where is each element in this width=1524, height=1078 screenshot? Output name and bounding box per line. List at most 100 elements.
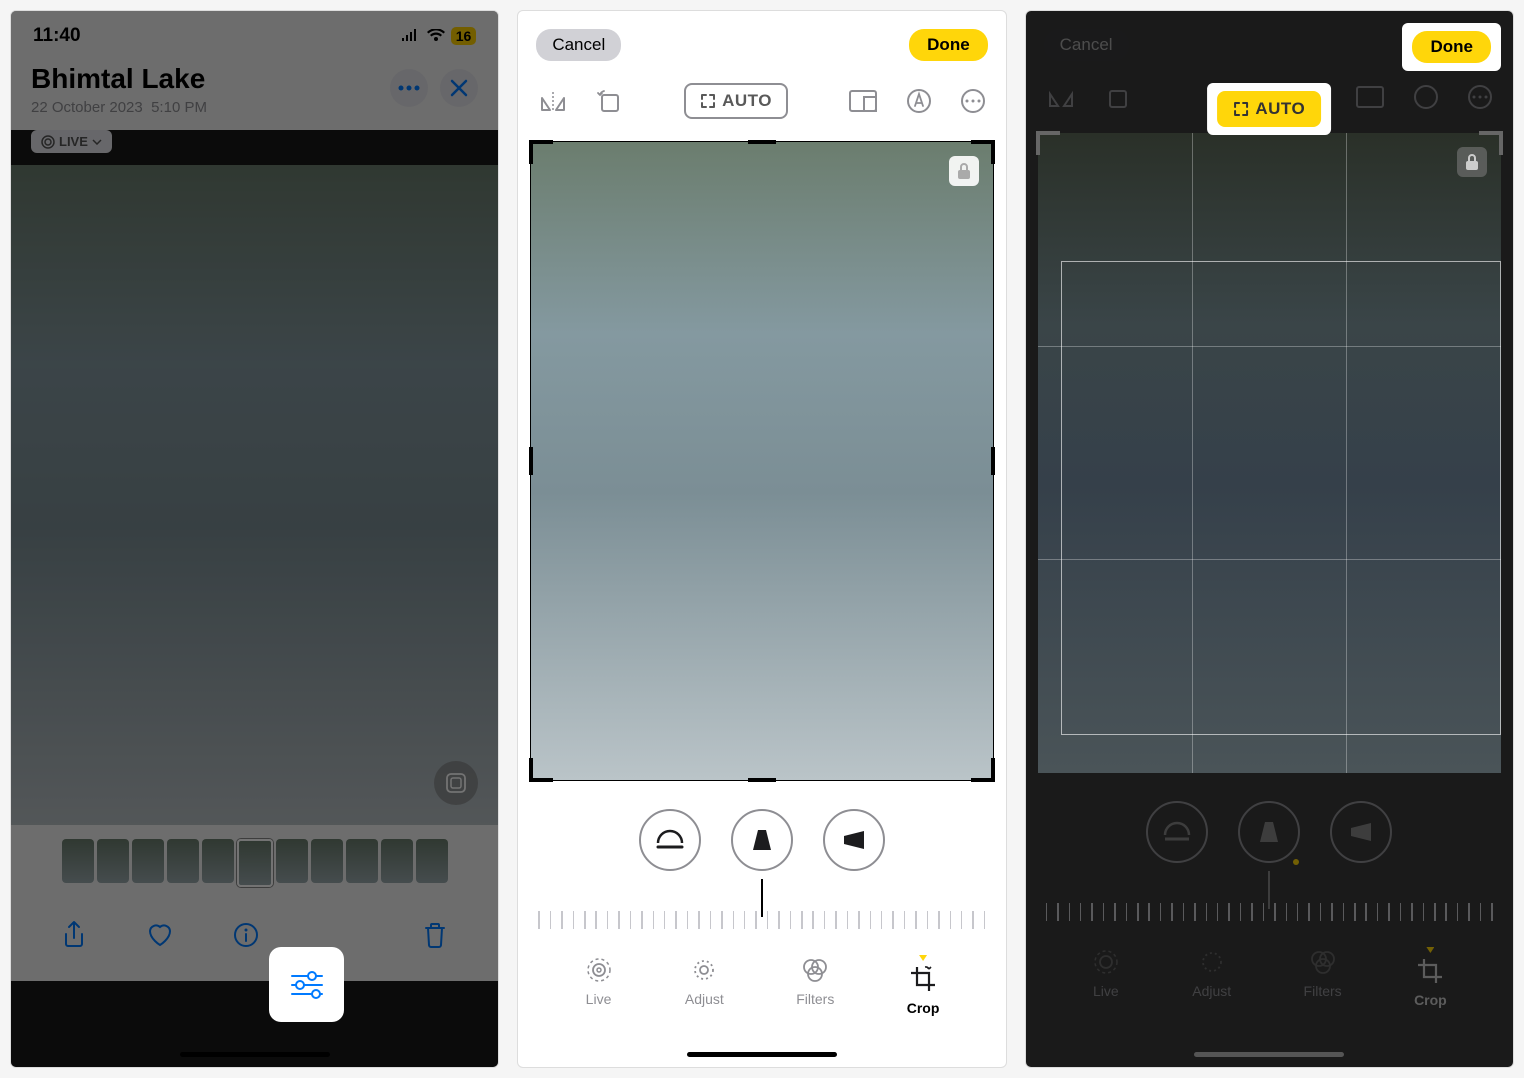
- thumbnail[interactable]: [132, 839, 164, 883]
- home-indicator[interactable]: [687, 1052, 837, 1057]
- photo-subtitle: 22 October 2023 5:10 PM: [31, 99, 207, 116]
- lock-aspect-icon[interactable]: [1457, 147, 1487, 177]
- crop-icon: [909, 964, 937, 994]
- rotation-slider[interactable]: [538, 889, 985, 929]
- signal-icon: [401, 29, 421, 43]
- tab-filters[interactable]: Filters: [1304, 947, 1342, 1008]
- photo-detail-screen: 11:40 16 Bhimtal Lake 22 October 2023 5:…: [10, 10, 499, 1068]
- aspect-ratio-icon[interactable]: [848, 89, 878, 113]
- edit-crop-auto-screen: Cancel: [1025, 10, 1514, 1068]
- home-indicator[interactable]: [1194, 1052, 1344, 1057]
- straighten-button[interactable]: [1146, 801, 1208, 863]
- photo-header: Bhimtal Lake 22 October 2023 5:10 PM: [11, 55, 498, 130]
- battery-badge: 16: [451, 27, 477, 45]
- live-badge[interactable]: LIVE: [31, 130, 112, 153]
- more-options-icon[interactable]: [960, 88, 986, 114]
- crop-toolbar: AUTO: [518, 71, 1005, 135]
- slider-center-marker: [1268, 871, 1270, 909]
- thumbnail[interactable]: [416, 839, 448, 883]
- thumbnail[interactable]: [202, 839, 234, 883]
- auto-button-highlight: AUTO: [1207, 83, 1331, 135]
- tab-adjust[interactable]: Adjust: [685, 955, 724, 1016]
- done-button[interactable]: Done: [1412, 31, 1491, 63]
- tab-live[interactable]: Live: [585, 955, 613, 1016]
- thumbnail[interactable]: [346, 839, 378, 883]
- vertical-perspective-button[interactable]: [1238, 801, 1300, 863]
- thumbnail[interactable]: [276, 839, 308, 883]
- wifi-icon: [427, 29, 445, 43]
- crop-handle-top-left[interactable]: [529, 140, 553, 164]
- crop-handle-bottom-right[interactable]: [971, 758, 995, 782]
- thumbnail[interactable]: [381, 839, 413, 883]
- auto-crop-button[interactable]: AUTO: [684, 83, 788, 119]
- photo-preview[interactable]: [11, 165, 498, 825]
- edit-crop-screen: Cancel Done AUTO: [517, 10, 1006, 1068]
- active-tab-indicator: [919, 955, 927, 961]
- flip-horizontal-icon[interactable]: [1046, 84, 1076, 110]
- crop-handle-left[interactable]: [529, 447, 533, 475]
- photo-title: Bhimtal Lake: [31, 63, 207, 95]
- crop-handle-bottom[interactable]: [748, 778, 776, 782]
- markup-icon[interactable]: [906, 88, 932, 114]
- bottom-toolbar: [11, 901, 498, 981]
- tab-filters[interactable]: Filters: [796, 955, 834, 1016]
- crop-canvas[interactable]: [530, 141, 993, 781]
- crop-handle-right[interactable]: [991, 447, 995, 475]
- status-bar: 11:40 16: [11, 11, 498, 55]
- more-button[interactable]: [390, 69, 428, 107]
- crop-handle-top[interactable]: [748, 140, 776, 144]
- slider-value-dot: [1293, 859, 1299, 865]
- info-button[interactable]: [230, 919, 262, 951]
- thumbnail[interactable]: [311, 839, 343, 883]
- thumbnail-scrubber[interactable]: [11, 825, 498, 901]
- share-button[interactable]: [58, 919, 90, 951]
- cancel-button[interactable]: Cancel: [536, 29, 621, 61]
- horizontal-perspective-button[interactable]: [1330, 801, 1392, 863]
- cancel-button[interactable]: Cancel: [1044, 29, 1129, 61]
- tab-live[interactable]: Live: [1092, 947, 1120, 1008]
- rotation-slider[interactable]: [1046, 881, 1493, 921]
- rotate-icon[interactable]: [596, 87, 624, 115]
- more-options-icon[interactable]: [1467, 84, 1493, 110]
- tab-adjust[interactable]: Adjust: [1192, 947, 1231, 1008]
- aspect-ratio-icon[interactable]: [1355, 85, 1385, 109]
- filters-icon: [800, 955, 830, 985]
- markup-icon[interactable]: [1413, 84, 1439, 110]
- thumbnail[interactable]: [167, 839, 199, 883]
- thumbnail[interactable]: [97, 839, 129, 883]
- vertical-perspective-button[interactable]: [731, 809, 793, 871]
- horizontal-perspective-button[interactable]: [823, 809, 885, 871]
- tab-crop[interactable]: Crop: [907, 955, 940, 1016]
- perspective-controls: [1026, 801, 1513, 863]
- favorite-button[interactable]: [144, 919, 176, 951]
- rotate-icon[interactable]: [1104, 83, 1132, 111]
- live-icon: [585, 955, 613, 985]
- visual-lookup-button[interactable]: [434, 761, 478, 805]
- edit-mode-tabs: Live Adjust Filters Crop: [1026, 947, 1513, 1008]
- sliders-icon: [290, 970, 324, 1000]
- close-button[interactable]: [440, 69, 478, 107]
- tab-crop[interactable]: Crop: [1414, 947, 1447, 1008]
- crop-handle-bottom-left[interactable]: [529, 758, 553, 782]
- edit-header: Cancel Done: [518, 11, 1005, 71]
- status-right: 16: [401, 25, 477, 47]
- adjust-icon: [690, 955, 718, 985]
- lock-aspect-icon[interactable]: [949, 156, 979, 186]
- delete-button[interactable]: [419, 919, 451, 951]
- status-time: 11:40: [33, 25, 81, 47]
- header-actions: [390, 69, 478, 107]
- crop-canvas[interactable]: [1038, 133, 1501, 773]
- auto-crop-button[interactable]: AUTO: [1217, 91, 1321, 127]
- home-indicator[interactable]: [180, 1052, 330, 1057]
- thumbnail[interactable]: [62, 839, 94, 883]
- crop-handle-top-left[interactable]: [1036, 131, 1060, 155]
- done-button[interactable]: Done: [909, 29, 988, 61]
- slider-center-marker: [761, 879, 763, 917]
- perspective-controls: [518, 809, 1005, 871]
- straighten-button[interactable]: [639, 809, 701, 871]
- auto-crop-region[interactable]: [1061, 261, 1501, 735]
- thumbnail-current[interactable]: [237, 839, 273, 887]
- flip-horizontal-icon[interactable]: [538, 88, 568, 114]
- done-button-highlight: Done: [1402, 23, 1501, 71]
- edit-button-highlight[interactable]: [269, 947, 344, 1022]
